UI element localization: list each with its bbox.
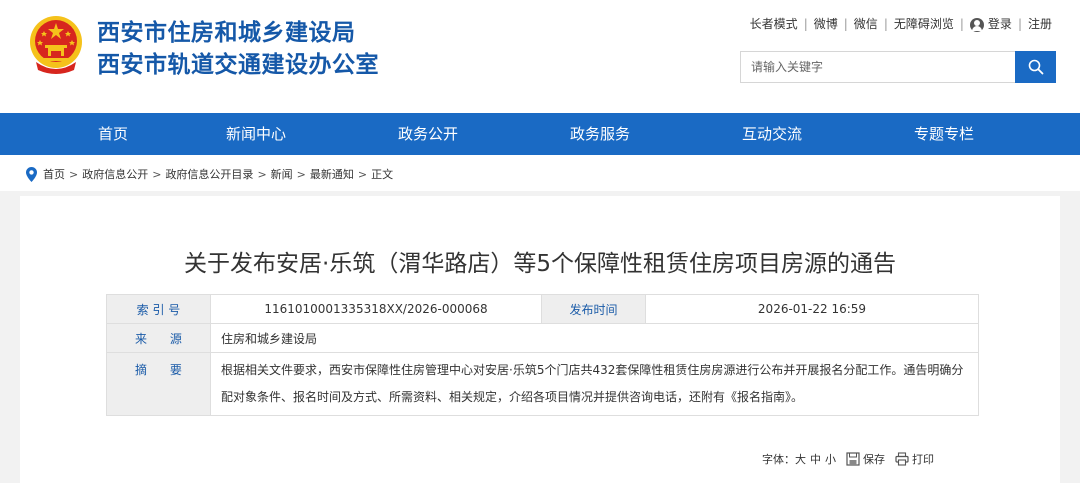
divider: | [883,16,888,31]
breadcrumb-home[interactable]: 首页 [43,166,65,182]
breadcrumb-separator: > [152,167,162,181]
print-button[interactable]: 打印 [895,451,934,467]
nav-item-special-topics[interactable]: 专题专栏 [858,113,1030,155]
index-value: 1161010001335318XX/2026-000068 [210,294,542,324]
nav-item-gov-services[interactable]: 政务服务 [514,113,686,155]
source-label: 来 源 [106,323,211,353]
breadcrumb-gov-info[interactable]: 政府信息公开 [82,166,148,182]
breadcrumb-gov-info-catalog[interactable]: 政府信息公开目录 [165,166,253,182]
login-label: 登录 [987,17,1012,31]
meta-row-summary: 摘 要 根据相关文件要求，西安市保障性住房管理中心对安居·乐筑5个门店共432套… [106,352,979,416]
breadcrumb-current: 正文 [371,168,394,181]
font-medium-button[interactable]: 中 [810,451,821,467]
print-label: 打印 [912,453,934,466]
main-nav: 首页 新闻中心 政务公开 政务服务 互动交流 专题专栏 [0,113,1080,155]
divider: | [1017,16,1022,31]
breadcrumb-separator: > [296,167,306,181]
article-title: 关于发布安居·乐筑（渭华路店）等5个保障性租赁住房项目房源的通告 [184,251,896,277]
publish-date-value: 2026-01-22 16:59 [645,294,979,324]
article-meta-table: 索 引 号 1161010001335318XX/2026-000068 发布时… [106,294,979,416]
search-icon [1028,59,1043,75]
meta-row-source: 来 源 住房和城乡建设局 [106,323,979,353]
breadcrumb-separator: > [69,167,79,181]
summary-value: 根据相关文件要求，西安市保障性住房管理中心对安居·乐筑5个门店共432套保障性租… [210,352,979,416]
save-icon [846,452,860,466]
save-label: 保存 [863,453,885,466]
login-link[interactable]: 登录 [969,15,1012,32]
font-size-label: 字体： [762,453,795,466]
meta-row-index: 索 引 号 1161010001335318XX/2026-000068 发布时… [106,294,979,324]
breadcrumb-latest-notice[interactable]: 最新通知 [310,166,354,182]
nav-item-gov-affairs[interactable]: 政务公开 [342,113,514,155]
search-button[interactable] [1015,51,1056,83]
site-title-line1[interactable]: 西安市住房和城乡建设局 [97,13,356,47]
divider: | [959,16,964,31]
search-box [740,51,1056,83]
breadcrumb-separator: > [357,167,368,181]
divider: | [803,16,808,31]
user-icon [969,17,984,32]
index-label: 索 引 号 [106,294,211,324]
publish-date-label: 发布时间 [541,294,646,324]
nav-item-home[interactable]: 首页 [58,113,170,155]
source-value: 住房和城乡建设局 [210,323,979,353]
elder-mode-link[interactable]: 长者模式 [750,15,798,32]
summary-label: 摘 要 [106,352,211,416]
article-toolbar: 字体： 大 中 小 保存 打印 [762,451,934,467]
location-pin-icon [26,166,37,182]
site-title-line2[interactable]: 西安市轨道交通建设办公室 [97,45,379,79]
breadcrumb: 首页 > 政府信息公开 > 政府信息公开目录 > 新闻 > 最新通知 > 正文 [26,165,393,183]
breadcrumb-separator: > [257,167,267,181]
register-link[interactable]: 注册 [1028,15,1052,32]
search-input[interactable] [741,52,1015,82]
accessibility-link[interactable]: 无障碍浏览 [894,15,954,32]
national-emblem-icon [30,16,82,74]
nav-item-interaction[interactable]: 互动交流 [686,113,858,155]
breadcrumb-news[interactable]: 新闻 [271,166,293,182]
print-icon [895,452,909,466]
divider: | [843,16,848,31]
top-links: 长者模式 | 微博 | 微信 | 无障碍浏览 | 登录 | 注册 [750,15,1052,32]
nav-item-news[interactable]: 新闻中心 [170,113,342,155]
font-small-button[interactable]: 小 [825,451,836,467]
font-large-button[interactable]: 大 [795,451,806,467]
save-button[interactable]: 保存 [846,451,885,467]
header: 西安市住房和城乡建设局 西安市轨道交通建设办公室 长者模式 | 微博 | 微信 … [0,0,1080,113]
weibo-link[interactable]: 微博 [814,15,838,32]
wechat-link[interactable]: 微信 [854,15,878,32]
